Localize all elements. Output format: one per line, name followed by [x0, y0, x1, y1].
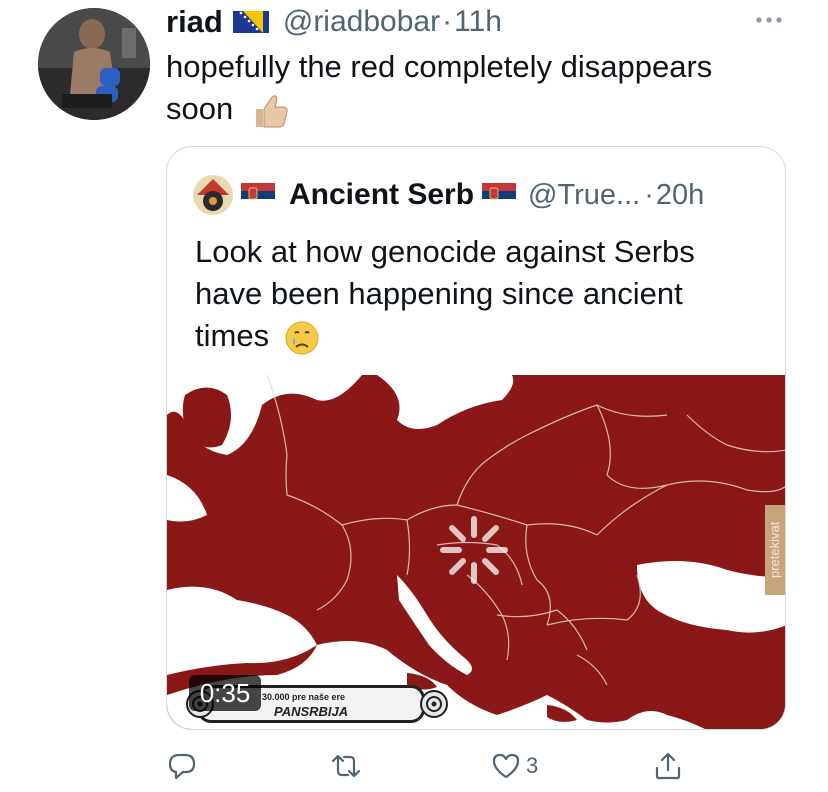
avatar-image: [38, 8, 150, 120]
tweet-header: riad @riadbobar · 11h: [166, 4, 502, 40]
thumbs-up-icon: [250, 91, 290, 131]
banner-title: PANSRBIJA: [274, 704, 349, 719]
crying-face-icon: [284, 320, 320, 356]
share-button[interactable]: [652, 748, 688, 784]
like-button[interactable]: 3: [490, 748, 538, 784]
banner-scroll-right-icon: [419, 687, 449, 721]
quoted-avatar[interactable]: [193, 175, 233, 215]
quoted-time[interactable]: 20h: [656, 179, 704, 212]
quoted-author-name[interactable]: Ancient Serb: [289, 178, 474, 212]
heart-icon: [492, 753, 520, 779]
bosnia-flag-icon: [232, 11, 269, 33]
separator-dot: ·: [442, 5, 453, 38]
quoted-author-handle[interactable]: @True...: [528, 179, 640, 212]
serbia-flag-icon: [482, 183, 517, 207]
quoted-header: Ancient Serb @True... · 20h: [193, 175, 704, 215]
avatar[interactable]: [38, 8, 150, 120]
tweet-time[interactable]: 11h: [454, 5, 502, 39]
separator-dot: ·: [644, 178, 654, 211]
loading-spinner-icon: [437, 513, 511, 587]
author-handle[interactable]: @riadbobar: [283, 5, 440, 39]
quoted-body: Look at how genocide against Serbs have …: [195, 234, 695, 353]
author-name[interactable]: riad: [166, 4, 223, 40]
reply-icon: [168, 753, 196, 780]
serbia-flag-icon: [241, 183, 275, 207]
tweet-text: hopefully the red completely disappears …: [166, 46, 786, 131]
share-icon: [655, 752, 681, 780]
video-duration: 0:35: [189, 675, 261, 711]
retweet-icon: [331, 754, 361, 778]
action-bar: 3: [166, 744, 786, 788]
banner-caption: 30.000 pre naše ere: [262, 692, 346, 702]
tweet-body: hopefully the red completely disappears …: [166, 49, 713, 126]
more-icon: [756, 17, 782, 23]
video-player[interactable]: pretekivat 30.000 pre naše ere PANSRBIJA…: [167, 375, 785, 729]
like-count: 3: [526, 753, 539, 778]
quoted-tweet[interactable]: Ancient Serb @True... · 20h Look at how …: [166, 146, 786, 730]
quoted-text: Look at how genocide against Serbs have …: [195, 231, 755, 357]
reply-button[interactable]: [166, 748, 202, 784]
video-watermark: pretekivat: [765, 505, 785, 595]
more-options-button[interactable]: [752, 6, 786, 30]
retweet-button[interactable]: [330, 748, 366, 784]
